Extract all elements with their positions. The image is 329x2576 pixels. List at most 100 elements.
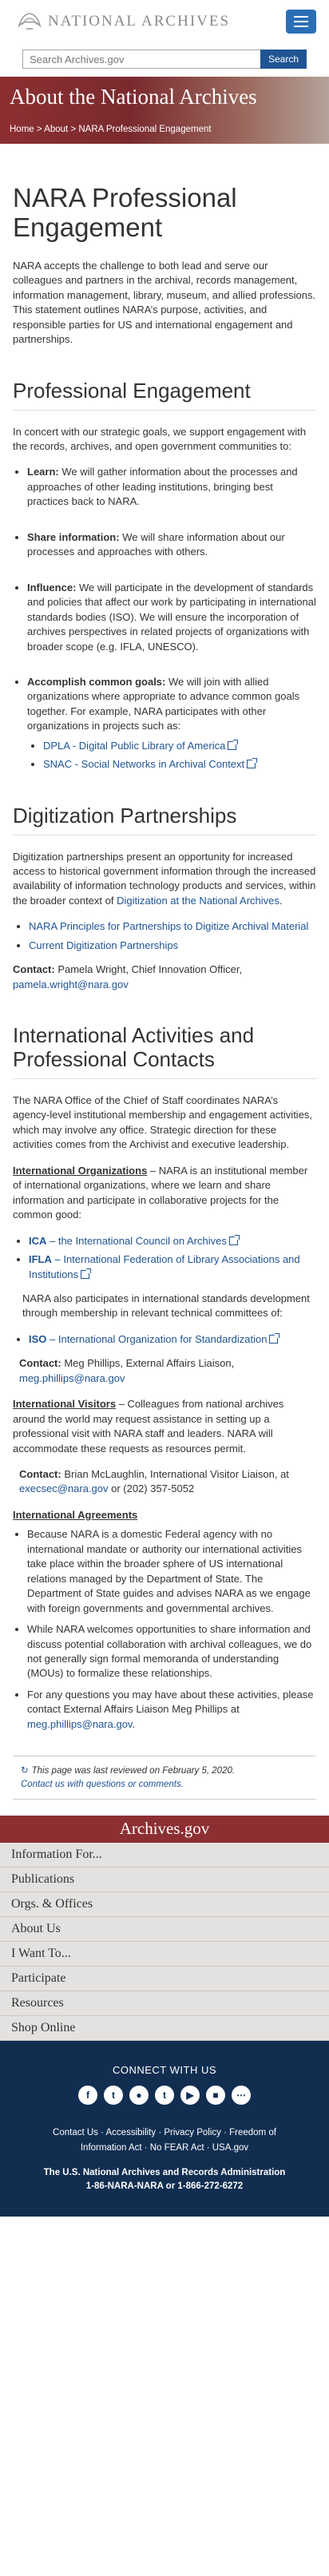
- section-intro: In concert with our strategic goals, we …: [13, 425, 307, 452]
- org-abbr: ISO: [29, 1332, 47, 1345]
- section-heading: Professional Engagement: [13, 379, 316, 411]
- hamburger-line: [294, 26, 308, 27]
- footer-contact: CONNECT WITH US f t ● t ▶ ■ ⋯ Contact Us…: [0, 2040, 329, 2217]
- orgs-list: ICA – the International Council on Archi…: [29, 1234, 316, 1282]
- social-icons: f t ● t ▶ ■ ⋯: [13, 2086, 316, 2106]
- ifla-link[interactable]: IFLA – International Federation of Libra…: [29, 1253, 300, 1280]
- contact-line: Contact: Pamela Wright, Chief Innovation…: [13, 963, 316, 992]
- contact-email-link[interactable]: pamela.wright@nara.gov: [13, 978, 129, 990]
- list-item: Because NARA is a domestic Federal agenc…: [27, 1527, 316, 1616]
- external-link-icon: [228, 739, 239, 750]
- principles-link[interactable]: NARA Principles for Partnerships to Digi…: [29, 920, 308, 932]
- breadcrumb-about[interactable]: About: [44, 125, 68, 134]
- list-item: While NARA welcomes opportunities to sha…: [27, 1622, 316, 1681]
- menu-button[interactable]: [286, 10, 316, 34]
- footer-links-line[interactable]: Information Act · No FEAR Act · USA.gov: [13, 2141, 316, 2155]
- org-name: – International Federation of Library As…: [29, 1253, 300, 1280]
- footer-nav-item[interactable]: About Us: [0, 1917, 329, 1942]
- contact-label: Contact:: [19, 1468, 61, 1481]
- search-button[interactable]: Search: [260, 50, 307, 69]
- footer-phone: 1-86-NARA-NARA or 1-866-272-6272: [85, 2181, 244, 2191]
- more-icon[interactable]: ⋯: [232, 2086, 251, 2106]
- footer-links-line[interactable]: Contact Us · Accessibility · Privacy Pol…: [13, 2125, 316, 2140]
- contact-line: Contact: Brian McLaughlin, International…: [19, 1467, 316, 1497]
- org-abbr: IFLA: [29, 1253, 52, 1266]
- agreements-heading: International Agreements: [13, 1508, 138, 1521]
- section-intro: Digitization partnerships present an opp…: [13, 850, 316, 909]
- ica-link[interactable]: ICA – the International Council on Archi…: [29, 1235, 227, 1247]
- contact-text: Pamela Wright, Chief Innovation Officer,: [54, 963, 243, 976]
- digitization-link[interactable]: Digitization at the National Archives: [117, 895, 279, 907]
- contact-email-link[interactable]: meg.phillips@nara.gov: [19, 1372, 125, 1384]
- contact-email-link[interactable]: meg.phillips@nara.gov: [27, 1718, 132, 1730]
- youtube-icon[interactable]: ▶: [180, 2086, 200, 2106]
- contact-us-link[interactable]: Contact us with questions or comments.: [21, 1780, 184, 1789]
- refresh-icon: ↻: [21, 1766, 29, 1776]
- item-term: Learn:: [27, 466, 59, 478]
- footer-links: Contact Us · Accessibility · Privacy Pol…: [13, 2125, 316, 2155]
- site-footer: Archives.gov Information For... Publicat…: [0, 1815, 329, 2217]
- international-section: International Activities and Professiona…: [13, 1023, 316, 1732]
- hamburger-line: [294, 16, 308, 18]
- iso-link[interactable]: ISO – International Organization for Sta…: [29, 1333, 267, 1345]
- list-item: For any questions you may have about the…: [27, 1688, 316, 1732]
- agreements-heading-line: International Agreements: [13, 1508, 316, 1522]
- footer-nav-item[interactable]: Participate: [0, 1967, 329, 1991]
- list-item: Learn: We will gather information about …: [27, 465, 316, 509]
- list-item: DPLA - Digital Public Library of America: [43, 739, 316, 753]
- search-input[interactable]: [22, 50, 260, 69]
- twitter-icon[interactable]: t: [104, 2086, 123, 2106]
- item-text: We will gather information about the pro…: [27, 466, 298, 508]
- intro-text: .: [279, 894, 283, 907]
- breadcrumb-separator: >: [68, 125, 79, 134]
- snac-link[interactable]: SNAC - Social Networks in Archival Conte…: [43, 758, 244, 770]
- professional-engagement-section: Professional Engagement In concert with …: [13, 379, 316, 772]
- blog-icon[interactable]: ■: [206, 2086, 225, 2106]
- footer-nav-item[interactable]: Shop Online: [0, 2016, 329, 2041]
- external-link-icon: [228, 1234, 240, 1245]
- dpla-link[interactable]: DPLA - Digital Public Library of America: [43, 740, 225, 752]
- instagram-icon[interactable]: ●: [129, 2086, 149, 2106]
- footer-nav-item[interactable]: Resources: [0, 1991, 329, 2016]
- contact-line: Contact us with questions or comments.: [21, 1778, 308, 1791]
- site-header: NATIONAL ARCHIVES Search About the Natio…: [0, 0, 329, 144]
- brand-logo[interactable]: NATIONAL ARCHIVES: [18, 11, 230, 33]
- breadcrumb-home[interactable]: Home: [10, 125, 34, 134]
- footer-nav-item[interactable]: I Want To...: [0, 1942, 329, 1967]
- item-term: Influence:: [27, 581, 77, 593]
- section-heading: International Activities and Professiona…: [13, 1023, 316, 1079]
- footer-nav-item[interactable]: Information For...: [0, 1843, 329, 1868]
- contact-email-link[interactable]: execsec@nara.gov: [19, 1482, 108, 1494]
- footer-org-name: The U.S. National Archives and Records A…: [43, 2168, 286, 2178]
- main-content: NARA Professional Engagement NARA accept…: [0, 183, 329, 1800]
- list-item: Influence: We will participate in the de…: [27, 581, 316, 654]
- top-bar: NATIONAL ARCHIVES: [0, 0, 329, 43]
- digitization-links: NARA Principles for Partnerships to Digi…: [29, 919, 316, 953]
- list-item: Accomplish common goals: We will join wi…: [27, 675, 316, 772]
- last-reviewed-line: ↻ This page was last reviewed on February…: [21, 1764, 308, 1777]
- footer-nav-item[interactable]: Orgs. & Offices: [0, 1892, 329, 1917]
- facebook-icon[interactable]: f: [78, 2086, 97, 2106]
- footer-nav-item[interactable]: Publications: [0, 1868, 329, 1892]
- contact-line: Contact: Meg Phillips, External Affairs …: [19, 1356, 316, 1386]
- list-item: ICA – the International Council on Archi…: [29, 1234, 316, 1248]
- agreement-text: For any questions you may have about the…: [27, 1688, 314, 1716]
- footer-nav: Information For... Publications Orgs. & …: [0, 1842, 329, 2041]
- list-item: Share information: We will share informa…: [27, 530, 316, 560]
- footer-banner[interactable]: Archives.gov: [0, 1815, 329, 1843]
- banner-title: About the National Archives: [10, 85, 257, 109]
- digitization-section: Digitization Partnerships Digitization p…: [13, 804, 316, 993]
- project-links: DPLA - Digital Public Library of America…: [43, 739, 316, 772]
- contact-phone: or (202) 357-5052: [108, 1482, 195, 1495]
- external-link-icon: [81, 1268, 92, 1279]
- tumblr-icon[interactable]: t: [155, 2086, 174, 2106]
- orgs-heading: International Organizations: [13, 1164, 148, 1177]
- current-partnerships-link[interactable]: Current Digitization Partnerships: [29, 939, 178, 951]
- visitors-heading: International Visitors: [13, 1398, 117, 1411]
- last-reviewed: ↻ This page was last reviewed on February…: [13, 1756, 316, 1800]
- visitors-paragraph: International Visitors – Colleagues from…: [13, 1397, 316, 1456]
- connect-heading: CONNECT WITH US: [112, 2063, 217, 2076]
- hamburger-line: [294, 21, 308, 22]
- org-name: – International Organization for Standar…: [46, 1332, 268, 1345]
- org-name: – the International Council on Archives: [46, 1234, 227, 1247]
